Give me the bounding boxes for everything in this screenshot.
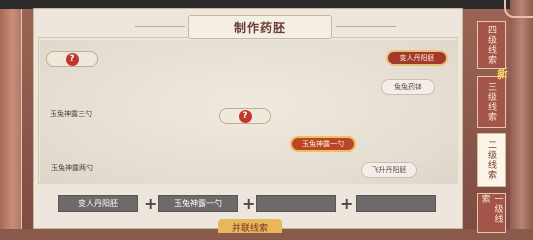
title-bar: 制作药胚	[188, 15, 332, 39]
ingredient-leaf-three-spoons[interactable]: 玉兔神露三勺	[50, 109, 92, 119]
page-title: 制作药胚	[233, 20, 286, 35]
plus-icon: +	[340, 194, 354, 213]
highlighted-node-ingredient[interactable]: 玉兔神露一勺	[290, 136, 356, 152]
mystery-node-2[interactable]: ?	[219, 108, 271, 124]
question-mark-icon: ?	[238, 109, 252, 123]
slot-3[interactable]	[256, 195, 336, 212]
title-ornament-right	[336, 26, 396, 27]
plus-icon: +	[242, 194, 256, 213]
ingredient-node-bowl[interactable]: 兔兔药钵	[381, 79, 435, 95]
slot-1[interactable]: 变人丹阳胚	[58, 195, 138, 212]
craft-button[interactable]: 并联线索	[218, 219, 282, 233]
slot-4[interactable]	[356, 195, 436, 212]
corner-ornament	[504, 0, 533, 18]
left-rail	[0, 9, 22, 229]
tab-level-2[interactable]: 二级线索	[477, 133, 506, 187]
tab-level-3[interactable]: 三级线索	[477, 76, 506, 128]
tab-level-1[interactable]: 一级线索	[477, 193, 506, 233]
slot-2[interactable]: 玉兔神露一勺	[158, 195, 238, 212]
highlighted-node-target[interactable]: 变人丹阳胚	[386, 50, 448, 66]
clue-level-tabs: 四级线索 三级线索 二级线索 一级线索	[468, 9, 508, 233]
tab-level-4[interactable]: 四级线索	[477, 21, 506, 69]
question-mark-icon: ?	[65, 52, 79, 66]
mystery-node-1[interactable]: ?	[46, 51, 98, 67]
ingredient-node-ascend[interactable]: 飞升丹阳胚	[361, 162, 417, 178]
ingredient-leaf-two-spoons[interactable]: 玉兔神露两勺	[51, 163, 93, 173]
right-edge-frame	[510, 0, 533, 229]
plus-icon: +	[144, 194, 158, 213]
title-ornament-left	[135, 26, 185, 27]
